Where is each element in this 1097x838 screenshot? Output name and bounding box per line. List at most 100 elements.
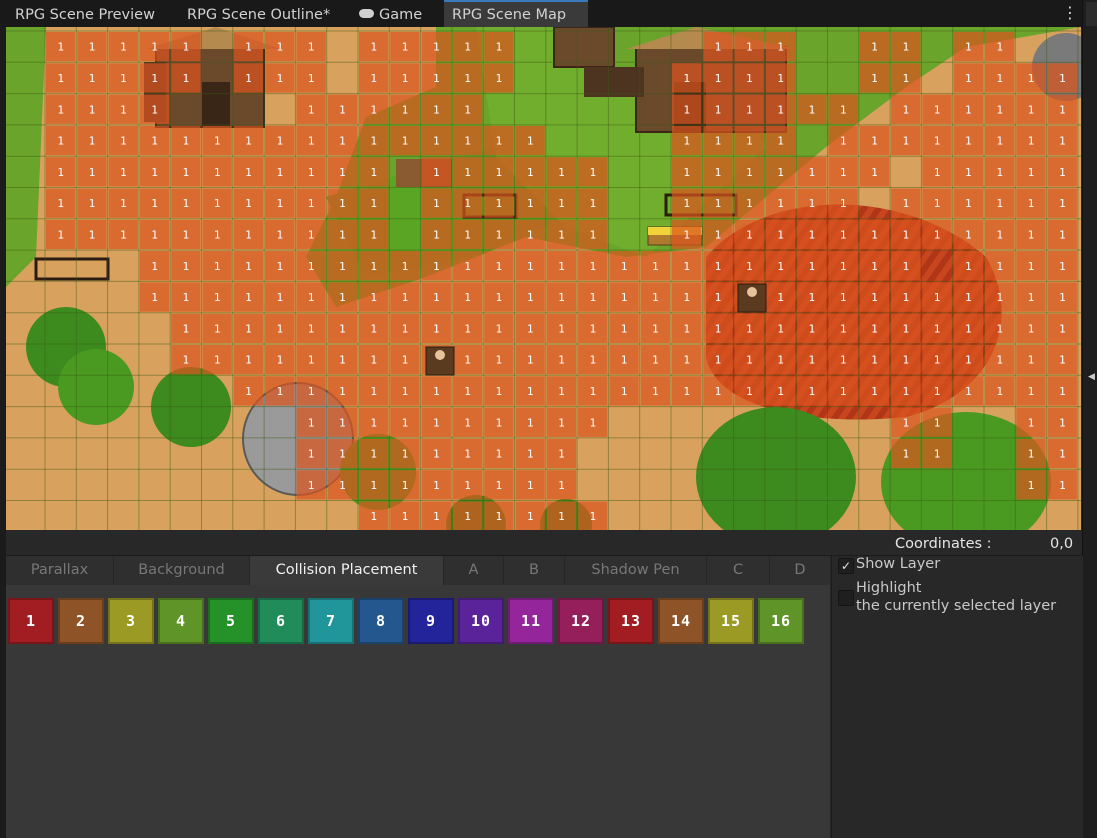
- collision-marker: 1: [902, 135, 909, 148]
- collision-swatch-12[interactable]: 12: [558, 598, 604, 644]
- collision-marker: 1: [183, 354, 190, 367]
- collision-marker: 1: [339, 479, 346, 492]
- collision-marker: 1: [902, 41, 909, 54]
- collision-marker: 1: [276, 166, 283, 179]
- collision-marker: 1: [402, 385, 409, 398]
- collision-marker: 1: [996, 41, 1003, 54]
- collision-marker: 1: [339, 291, 346, 304]
- collision-marker: 1: [464, 322, 471, 335]
- collision-swatch-15[interactable]: 15: [708, 598, 754, 644]
- collision-marker: 1: [308, 448, 315, 461]
- collision-marker: 1: [683, 354, 690, 367]
- collision-marker: 1: [589, 291, 596, 304]
- tree: [58, 349, 134, 425]
- collision-marker: 1: [151, 72, 158, 85]
- collision-marker: 1: [965, 41, 972, 54]
- collision-marker: 1: [996, 228, 1003, 241]
- layer-tab-background[interactable]: Background: [114, 556, 250, 585]
- collision-marker: 1: [902, 322, 909, 335]
- collision-marker: 1: [370, 510, 377, 523]
- highlight-checkbox[interactable]: [838, 590, 854, 606]
- collision-marker: 1: [840, 385, 847, 398]
- collision-marker: 1: [183, 166, 190, 179]
- collision-marker: 1: [871, 322, 878, 335]
- collision-marker: 1: [996, 260, 1003, 273]
- collision-swatch-10[interactable]: 10: [458, 598, 504, 644]
- layer-tab-b[interactable]: B: [504, 556, 565, 585]
- collapse-arrow-icon[interactable]: ◀: [1088, 372, 1095, 382]
- tab-rpg-scene-outline[interactable]: RPG Scene Outline*: [172, 0, 344, 27]
- collision-swatch-14[interactable]: 14: [658, 598, 704, 644]
- layer-tab-label: B: [529, 562, 539, 578]
- collision-marker: 1: [652, 385, 659, 398]
- collision-marker: 1: [214, 322, 221, 335]
- collision-marker: 1: [370, 448, 377, 461]
- layer-tab-label: Shadow Pen: [591, 562, 680, 578]
- collision-marker: 1: [996, 322, 1003, 335]
- collision-marker: 1: [402, 103, 409, 116]
- layer-tab-label: D: [794, 562, 806, 578]
- collision-marker: 1: [934, 197, 941, 210]
- tab-game[interactable]: Game: [344, 0, 444, 27]
- collision-marker: 1: [840, 354, 847, 367]
- layer-tab-c[interactable]: C: [707, 556, 770, 585]
- collision-swatch-8[interactable]: 8: [358, 598, 404, 644]
- collision-marker: 1: [214, 166, 221, 179]
- collision-marker: 1: [965, 197, 972, 210]
- scene-map-viewport[interactable]: 1 1 1 1 1 1 1 1 1 1 1 1 1 1 1 1 1 1 1 1 1 1 1 1 1 1 1 1 1 1 1 1 1 1 1 1 1 1 1 1…: [6, 27, 1081, 530]
- collision-swatch-4[interactable]: 4: [158, 598, 204, 644]
- layer-tab-d[interactable]: D: [770, 556, 830, 585]
- collision-marker: 1: [308, 72, 315, 85]
- collision-marker: 1: [558, 197, 565, 210]
- collision-marker: 1: [996, 72, 1003, 85]
- collision-marker: 1: [1028, 166, 1035, 179]
- collision-marker: 1: [527, 416, 534, 429]
- show-layer-checkbox[interactable]: ✓: [838, 558, 854, 574]
- kebab-menu-icon[interactable]: ⋮: [1062, 3, 1078, 23]
- collision-swatch-6[interactable]: 6: [258, 598, 304, 644]
- tab-rpg-scene-map[interactable]: RPG Scene Map: [444, 0, 588, 27]
- layer-tab-a[interactable]: A: [444, 556, 504, 585]
- collision-marker: 1: [1059, 385, 1066, 398]
- collision-marker: 1: [683, 291, 690, 304]
- collision-marker: 1: [89, 197, 96, 210]
- collision-marker: 1: [245, 197, 252, 210]
- collision-marker: 1: [339, 448, 346, 461]
- collision-marker: 1: [1028, 385, 1035, 398]
- collision-swatch-13[interactable]: 13: [608, 598, 654, 644]
- collision-swatch-1[interactable]: 1: [8, 598, 54, 644]
- collision-marker: 1: [746, 322, 753, 335]
- collision-marker: 1: [276, 72, 283, 85]
- npc-head: [435, 350, 445, 360]
- collision-swatch-16[interactable]: 16: [758, 598, 804, 644]
- collision-marker: 1: [715, 260, 722, 273]
- collision-marker: 1: [183, 260, 190, 273]
- collision-marker: 1: [902, 354, 909, 367]
- collision-swatch-9[interactable]: 9: [408, 598, 454, 644]
- collision-marker: 1: [589, 510, 596, 523]
- layer-tab-label: Collision Placement: [275, 562, 418, 578]
- collision-marker: 1: [996, 135, 1003, 148]
- collision-marker: 1: [496, 135, 503, 148]
- tab-rpg-scene-preview[interactable]: RPG Scene Preview: [0, 0, 172, 27]
- show-layer-label: Show Layer: [856, 556, 941, 572]
- layer-tab-shadow-pen[interactable]: Shadow Pen: [565, 556, 707, 585]
- collision-marker: 1: [339, 260, 346, 273]
- collision-marker: 1: [214, 354, 221, 367]
- collision-marker: 1: [120, 166, 127, 179]
- collision-marker: 1: [464, 291, 471, 304]
- collision-swatch-7[interactable]: 7: [308, 598, 354, 644]
- layer-tab-parallax[interactable]: Parallax: [6, 556, 114, 585]
- collision-swatch-11[interactable]: 11: [508, 598, 554, 644]
- collision-marker: 1: [1028, 322, 1035, 335]
- collision-marker: 1: [1028, 416, 1035, 429]
- collision-marker: 1: [276, 228, 283, 241]
- collision-marker: 1: [840, 166, 847, 179]
- collision-swatch-5[interactable]: 5: [208, 598, 254, 644]
- layer-tab-collision-placement[interactable]: Collision Placement: [250, 556, 444, 585]
- map-canvas[interactable]: 1 1 1 1 1 1 1 1 1 1 1 1 1 1 1 1 1 1 1 1 1 1 1 1 1 1 1 1 1 1 1 1 1 1 1 1 1 1 1 1…: [6, 27, 1081, 530]
- collision-marker: 1: [276, 291, 283, 304]
- collision-swatch-3[interactable]: 3: [108, 598, 154, 644]
- docked-tab[interactable]: [1086, 2, 1097, 26]
- collision-swatch-2[interactable]: 2: [58, 598, 104, 644]
